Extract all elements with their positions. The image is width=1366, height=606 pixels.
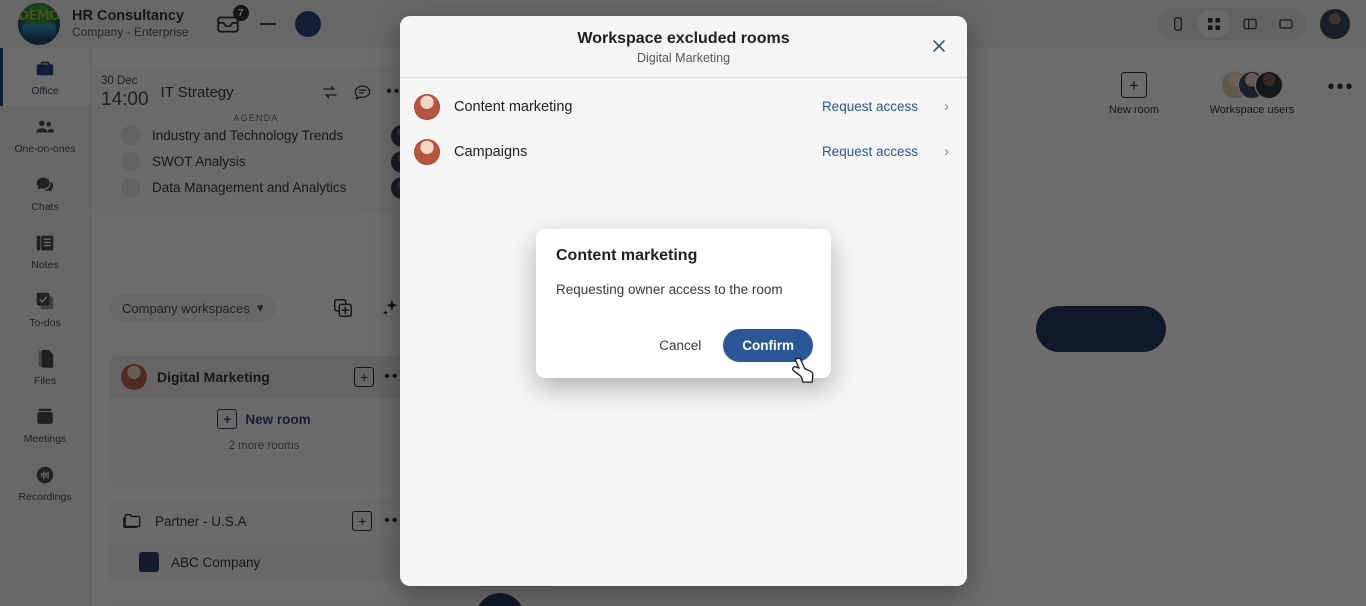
confirm-dialog-title: Content marketing (556, 247, 698, 264)
dialog-subtitle: Digital Marketing (636, 51, 731, 65)
avatar (414, 93, 440, 120)
excluded-room-row[interactable]: Content marketing Request access › (400, 84, 967, 129)
room-name: Content marketing (454, 98, 573, 115)
chevron-right-icon: › (944, 143, 949, 160)
excluded-room-row[interactable]: Campaigns Request access › (400, 129, 967, 174)
room-name: Campaigns (454, 143, 528, 160)
request-access-link[interactable]: Request access (822, 144, 918, 159)
chevron-right-icon: › (944, 98, 949, 115)
confirm-dialog: Content marketing Requesting owner acces… (536, 229, 831, 378)
avatar (414, 138, 440, 165)
pointing-hand-cursor (789, 357, 815, 389)
cancel-button[interactable]: Cancel (647, 331, 713, 360)
close-icon[interactable] (925, 32, 953, 60)
application-window: HR Consultancy Company - Enterprise 7 (0, 0, 1366, 606)
dialog-title: Workspace excluded rooms (577, 30, 790, 47)
dialog-header: Workspace excluded rooms Digital Marketi… (400, 16, 967, 78)
confirm-dialog-message: Requesting owner access to the room (556, 282, 783, 297)
request-access-link[interactable]: Request access (822, 99, 918, 114)
